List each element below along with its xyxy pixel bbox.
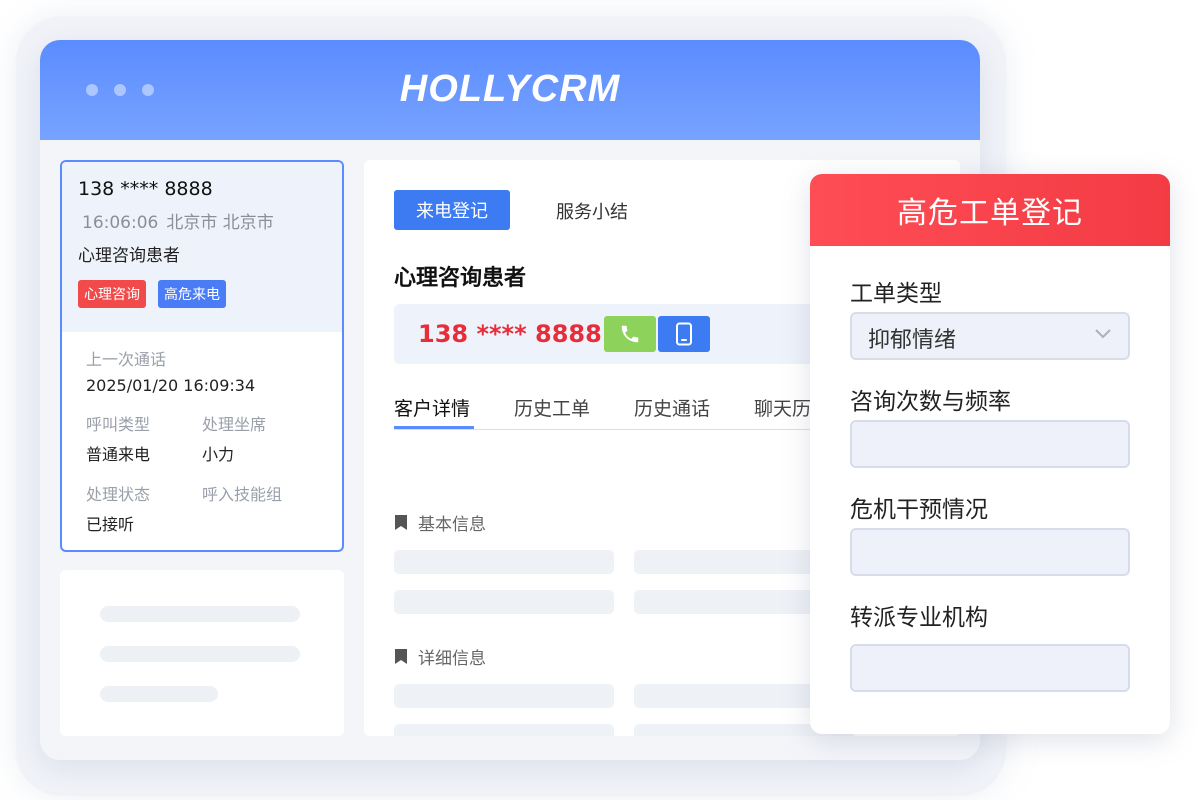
tab-customer-details[interactable]: 客户详情 [394, 394, 470, 421]
mobile-button[interactable] [658, 316, 710, 352]
last-call-value: 2025/01/20 16:09:34 [86, 376, 256, 395]
caller-phone: 138 **** 8888 [78, 178, 213, 200]
placeholder-field [394, 684, 614, 708]
bookmark-icon [395, 515, 407, 530]
placeholder-field [394, 550, 614, 574]
referral-input[interactable] [850, 644, 1130, 692]
mobile-icon [676, 322, 692, 346]
detail-col: 呼入技能组 [202, 481, 318, 535]
last-call-label: 上一次通话 [86, 350, 167, 369]
caller-tags: 心理咨询 高危来电 [78, 280, 326, 308]
agent-label: 处理坐席 [202, 415, 267, 434]
call-button[interactable] [604, 316, 656, 352]
call-type-label: 呼叫类型 [86, 415, 151, 434]
tab-history-tickets[interactable]: 历史工单 [514, 394, 590, 421]
ticket-type-select[interactable]: 抑郁情绪 [850, 312, 1130, 360]
placeholder-line [100, 646, 300, 662]
caller-details: 上一次通话 2025/01/20 16:09:34 呼叫类型 普通来电 处理坐席… [62, 332, 342, 549]
tag-psych-consult: 心理咨询 [78, 280, 146, 308]
frequency-label: 咨询次数与频率 [850, 389, 1011, 415]
caller-meta: 16:06:06 北京市 北京市 [78, 208, 326, 233]
chevron-down-icon [1095, 329, 1111, 339]
basic-info-section: 基本信息 [394, 510, 486, 535]
ticket-type-value: 抑郁情绪 [868, 328, 957, 353]
agent-value: 小力 [202, 445, 235, 464]
status-value: 已接听 [86, 515, 135, 534]
placeholder-field [394, 590, 614, 614]
crisis-label: 危机干预情况 [850, 497, 988, 523]
stage: HOLLYCRM 138 **** 8888 16:06:06 北京市 北京市 心… [0, 0, 1200, 800]
status-label: 处理状态 [86, 485, 151, 504]
phone-icon [621, 325, 639, 343]
tab-chat-history[interactable]: 聊天历 [754, 394, 811, 421]
referral-label: 转派专业机构 [850, 605, 988, 631]
crisis-input[interactable] [850, 528, 1130, 576]
bookmark-icon [395, 649, 407, 664]
call-type-value: 普通来电 [86, 445, 151, 464]
detail-col: 处理状态 已接听 [86, 481, 202, 535]
title-bar: HOLLYCRM [40, 40, 980, 140]
active-tab-indicator [394, 426, 474, 429]
caller-location: 北京市 北京市 [166, 213, 274, 233]
detail-col: 呼叫类型 普通来电 [86, 411, 202, 465]
frequency-input[interactable] [850, 420, 1130, 468]
placeholder-line [100, 606, 300, 622]
call-time: 16:06:06 [82, 213, 159, 233]
service-summary-tab[interactable]: 服务小结 [556, 198, 628, 224]
detail-row: 呼叫类型 普通来电 处理坐席 小力 [86, 411, 318, 465]
form-title: 高危工单登记 [810, 174, 1170, 246]
tag-high-risk: 高危来电 [158, 280, 226, 308]
detail-col: 处理坐席 小力 [202, 411, 318, 465]
detail-row: 处理状态 已接听 呼入技能组 [86, 481, 318, 535]
tab-history-calls[interactable]: 历史通话 [634, 394, 710, 421]
app-title: HOLLYCRM [399, 68, 621, 110]
ticket-type-label: 工单类型 [850, 281, 942, 307]
high-risk-ticket-form: 高危工单登记 工单类型 抑郁情绪 咨询次数与频率 危机干预情况 转派专业机构 [810, 174, 1170, 734]
caller-name: 心理咨询患者 [78, 246, 180, 266]
caller-card-header: 138 **** 8888 16:06:06 北京市 北京市 心理咨询患者 心理咨… [62, 162, 342, 332]
detail-info-section: 详细信息 [394, 644, 486, 669]
customer-phone: 138 **** 8888 [418, 320, 602, 348]
detail-info-title: 详细信息 [418, 649, 486, 669]
skill-group-label: 呼入技能组 [202, 485, 283, 504]
basic-info-title: 基本信息 [418, 515, 486, 535]
placeholder-line [100, 686, 218, 702]
placeholder-field [394, 724, 614, 736]
customer-name: 心理咨询患者 [394, 266, 527, 291]
placeholder-card [60, 570, 344, 736]
caller-card[interactable]: 138 **** 8888 16:06:06 北京市 北京市 心理咨询患者 心理咨… [60, 160, 344, 552]
register-call-button[interactable]: 来电登记 [394, 190, 510, 230]
